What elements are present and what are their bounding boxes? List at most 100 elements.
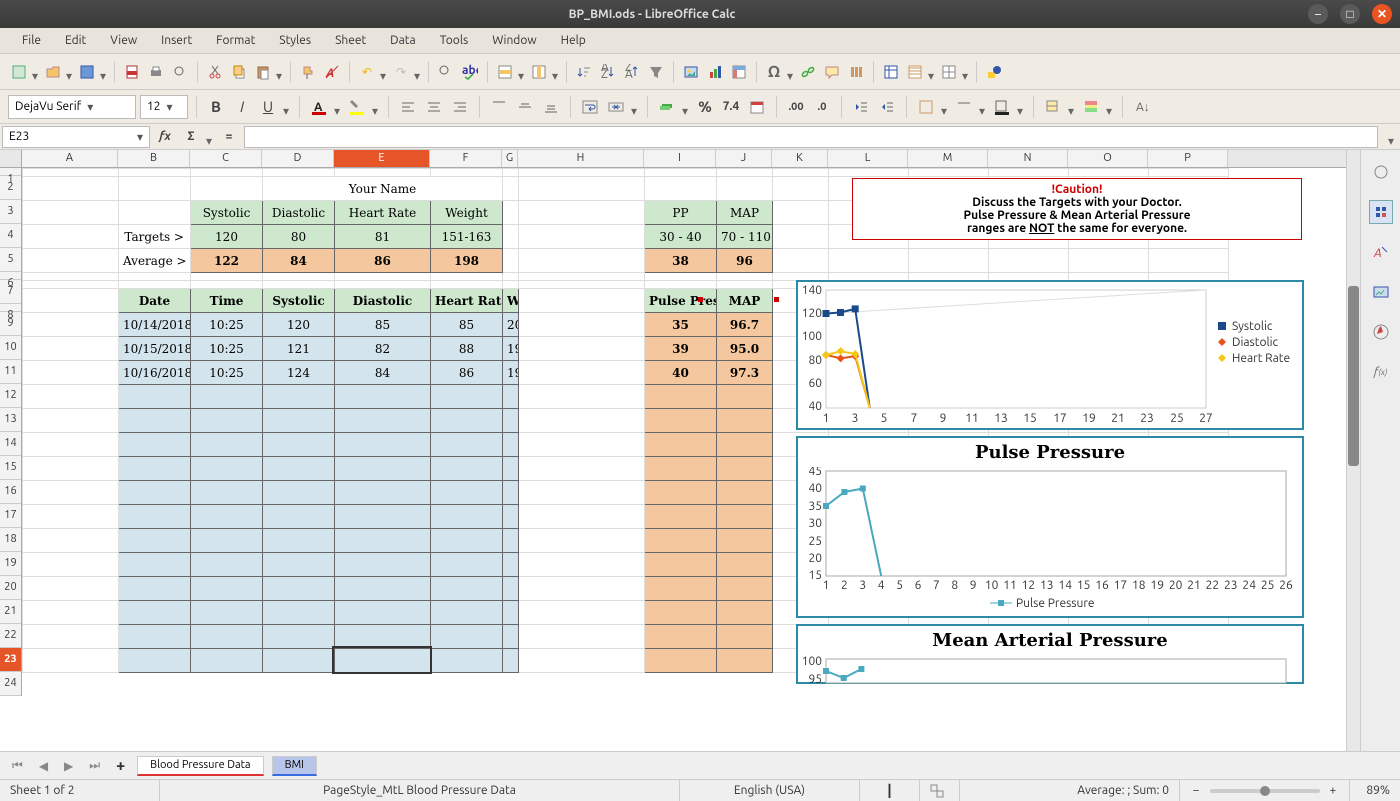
align-left-icon[interactable] xyxy=(397,96,419,118)
comment-marker-icon[interactable] xyxy=(774,297,779,302)
status-pagestyle[interactable]: PageStyle_MtL Blood Pressure Data xyxy=(160,780,680,801)
align-bot-icon[interactable] xyxy=(540,96,562,118)
align-mid-icon[interactable] xyxy=(514,96,536,118)
sort-az-icon[interactable]: AZ xyxy=(597,61,619,83)
pdf-icon[interactable] xyxy=(121,61,143,83)
italic-icon[interactable]: I xyxy=(231,96,253,118)
minimize-button[interactable]: – xyxy=(1308,4,1328,24)
currency-icon[interactable] xyxy=(656,96,678,118)
chart-icon[interactable] xyxy=(704,61,726,83)
chart-map[interactable]: Mean Arterial Pressure 10095 xyxy=(796,624,1304,684)
cell-reference[interactable]: E23▾ xyxy=(2,126,150,148)
border-style-icon[interactable] xyxy=(953,96,975,118)
print-icon[interactable] xyxy=(145,61,167,83)
save-icon[interactable] xyxy=(76,61,98,83)
menu-sheet[interactable]: Sheet xyxy=(323,30,378,51)
specialchar-icon[interactable]: Ω xyxy=(763,61,785,83)
tab-first-icon[interactable]: ⏮ xyxy=(8,759,27,773)
sum-icon[interactable]: Σ xyxy=(180,126,202,148)
sort-asc-icon[interactable] xyxy=(573,61,595,83)
spellcheck-icon[interactable]: abc xyxy=(459,61,481,83)
tab-next-icon[interactable]: ▶ xyxy=(60,759,77,773)
tab-bp[interactable]: Blood Pressure Data xyxy=(137,756,263,776)
dec-dec-icon[interactable]: .0 xyxy=(811,96,833,118)
fx-icon[interactable]: fx xyxy=(154,126,176,148)
percent-icon[interactable]: % xyxy=(694,96,716,118)
status-sel[interactable] xyxy=(920,780,960,801)
paste-icon[interactable] xyxy=(252,61,274,83)
close-button[interactable]: ✕ xyxy=(1372,4,1392,24)
font-color-icon[interactable]: A xyxy=(308,96,330,118)
sidebar-functions-icon[interactable]: f(x) xyxy=(1369,360,1393,384)
menu-tools[interactable]: Tools xyxy=(428,30,481,51)
zoom-slider[interactable]: −+ xyxy=(1180,780,1350,801)
menu-format[interactable]: Format xyxy=(204,30,267,51)
sidebar-navigator-icon[interactable] xyxy=(1369,320,1393,344)
row-headers[interactable]: 123456789101112131415161718192021222324 xyxy=(0,168,22,696)
sidebar-settings-icon[interactable] xyxy=(1369,160,1393,184)
undo-icon[interactable]: ↶ xyxy=(356,61,378,83)
cell-style-icon[interactable] xyxy=(1042,96,1064,118)
zoom-percent[interactable]: 89% xyxy=(1350,780,1400,801)
pivot-icon[interactable] xyxy=(728,61,750,83)
underline-icon[interactable]: U xyxy=(257,96,279,118)
bold-icon[interactable]: B xyxy=(205,96,227,118)
clone-fmt-icon[interactable] xyxy=(297,61,319,83)
menu-insert[interactable]: Insert xyxy=(149,30,204,51)
comment-icon[interactable] xyxy=(821,61,843,83)
chart-pulse-pressure[interactable]: Pulse Pressure 45403530252015 1234567891… xyxy=(796,436,1304,618)
number-icon[interactable]: 7.4 xyxy=(720,96,742,118)
tab-last-icon[interactable]: ⏭ xyxy=(85,759,104,773)
border-color-icon[interactable] xyxy=(991,96,1013,118)
maximize-button[interactable]: □ xyxy=(1340,4,1360,24)
chart-vitals[interactable]: 140120100806040 13579111315171921232527 xyxy=(796,280,1304,430)
new-icon[interactable] xyxy=(8,61,30,83)
row-icon[interactable] xyxy=(494,61,516,83)
border-icon[interactable] xyxy=(915,96,937,118)
dec-inc-icon[interactable]: .00 xyxy=(785,96,807,118)
funcwiz-icon[interactable]: A↓ xyxy=(1131,96,1153,118)
sidebar-gallery-icon[interactable] xyxy=(1369,280,1393,304)
redo-icon[interactable]: ↷ xyxy=(390,61,412,83)
cut-icon[interactable] xyxy=(204,61,226,83)
column-headers[interactable]: ABCDEFGHIJKLMNOP xyxy=(0,150,1346,168)
open-icon[interactable] xyxy=(42,61,64,83)
window-icon[interactable] xyxy=(938,61,960,83)
filter-icon[interactable] xyxy=(645,61,667,83)
link-icon[interactable] xyxy=(797,61,819,83)
highlight-icon[interactable] xyxy=(346,96,368,118)
headerfooter-icon[interactable] xyxy=(845,61,867,83)
sort-za-icon[interactable]: ZA xyxy=(621,61,643,83)
clear-fmt-icon[interactable]: A xyxy=(321,61,343,83)
cond-fmt-icon[interactable] xyxy=(1080,96,1102,118)
freeze-icon[interactable] xyxy=(880,61,902,83)
align-center-icon[interactable] xyxy=(423,96,445,118)
status-lang[interactable]: English (USA) xyxy=(680,780,860,801)
menu-view[interactable]: View xyxy=(98,30,149,51)
menu-edit[interactable]: Edit xyxy=(53,30,98,51)
menu-help[interactable]: Help xyxy=(549,30,598,51)
merge-icon[interactable] xyxy=(605,96,627,118)
wrap-icon[interactable] xyxy=(579,96,601,118)
font-name-combo[interactable]: DejaVu Serif▾ xyxy=(8,95,136,119)
sidebar-properties-icon[interactable] xyxy=(1369,200,1393,224)
menu-window[interactable]: Window xyxy=(480,30,548,51)
align-right-icon[interactable] xyxy=(449,96,471,118)
formula-input[interactable] xyxy=(244,126,1378,148)
spreadsheet-area[interactable]: ABCDEFGHIJKLMNOP 12345678910111213141516… xyxy=(0,150,1346,751)
equals-icon[interactable]: = xyxy=(218,126,240,148)
copy-icon[interactable] xyxy=(228,61,250,83)
tab-bmi[interactable]: BMI xyxy=(272,756,317,776)
tab-prev-icon[interactable]: ◀ xyxy=(35,759,52,773)
comment-marker-icon[interactable] xyxy=(698,297,703,302)
sidebar-styles-icon[interactable]: A xyxy=(1369,240,1393,264)
preview-icon[interactable] xyxy=(169,61,191,83)
indent-dec-icon[interactable] xyxy=(850,96,872,118)
shapes-icon[interactable] xyxy=(983,61,1005,83)
date-icon[interactable] xyxy=(746,96,768,118)
menu-file[interactable]: File xyxy=(10,30,53,51)
menu-data[interactable]: Data xyxy=(378,30,428,51)
indent-inc-icon[interactable] xyxy=(876,96,898,118)
status-sheet[interactable]: Sheet 1 of 2 xyxy=(0,780,160,801)
col-icon[interactable] xyxy=(528,61,550,83)
